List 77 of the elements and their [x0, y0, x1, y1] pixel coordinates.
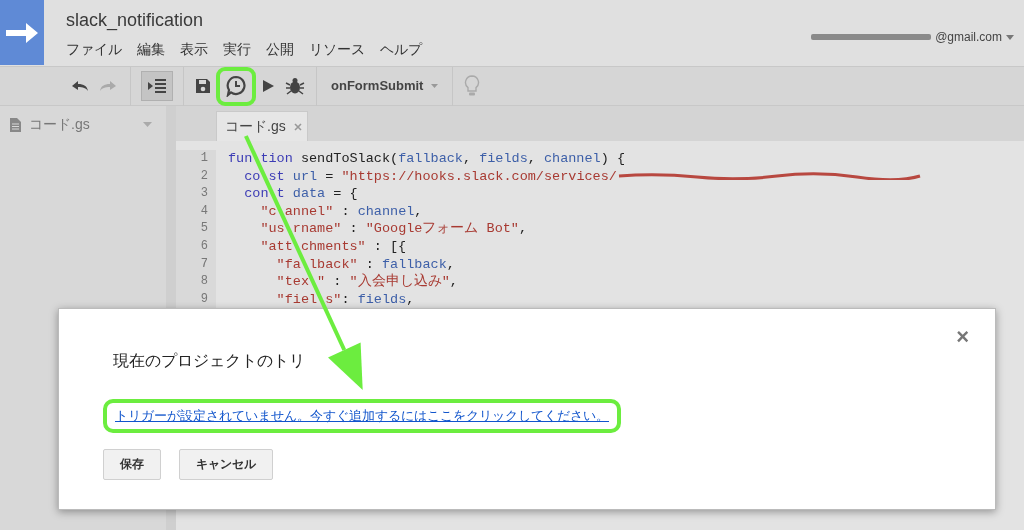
line-number: 5: [176, 220, 216, 238]
code-text: data: [292, 185, 326, 203]
code-text: fields: [479, 150, 528, 168]
code-text: ,: [462, 150, 473, 168]
code-text: st: [268, 167, 286, 186]
dialog-button[interactable]: キャンセル: [179, 448, 273, 480]
code-text: url: [292, 167, 318, 186]
code-text: "tex: [275, 273, 309, 291]
code-text: "c: [259, 202, 277, 221]
arrow-logo[interactable]: [6, 20, 38, 45]
code-text: "us: [259, 220, 285, 238]
code-text: lback": [309, 255, 358, 274]
code-text: : [{: [372, 237, 407, 256]
code-text: "fiel: [275, 290, 318, 309]
code-text: "Googleフォーム Bot": [365, 220, 519, 238]
code-text: =: [324, 167, 335, 186]
code-text: sendToSlack(: [299, 150, 399, 168]
menu-item[interactable]: 表示: [180, 39, 208, 60]
code-text: :: [341, 290, 351, 309]
code-text: ,: [446, 255, 455, 274]
bug-icon: [285, 77, 305, 95]
code-text: channel: [357, 202, 415, 221]
function-dropdown[interactable]: onFormSubmit: [323, 67, 447, 105]
code-text: annel": [284, 202, 334, 221]
indent-icon: [147, 78, 167, 94]
code-text: :: [332, 273, 343, 291]
code-text: channel: [543, 150, 601, 168]
code-text: chments": [300, 237, 366, 256]
code-text: ,: [406, 290, 415, 309]
code-text: :: [364, 255, 375, 273]
menu-item[interactable]: リソース: [309, 39, 365, 60]
code-text: fields: [357, 290, 407, 309]
code-text: co: [243, 167, 261, 186]
caret-icon[interactable]: [1006, 34, 1014, 40]
code-text: fun: [228, 150, 253, 168]
code-text: :: [340, 202, 351, 221]
project-title[interactable]: slack_notification: [66, 9, 422, 31]
line-number: 8: [176, 273, 216, 291]
code-text: rname": [292, 220, 342, 238]
file-tab[interactable]: コード.gs: [216, 111, 308, 141]
code-text: :: [348, 220, 359, 238]
add-trigger-link[interactable]: トリガーが設定されていません。今すぐ追加するにはここをクリックしてください。: [103, 399, 621, 433]
code-text: ,: [518, 220, 528, 238]
menu-item[interactable]: ファイル: [66, 39, 122, 60]
file-icon: [10, 117, 21, 132]
code-text: = {: [332, 185, 358, 203]
line-number: 1: [176, 150, 216, 168]
code-text: ) {: [600, 150, 625, 168]
dialog-title: 現在のプロジェクトのトリ: [113, 351, 306, 371]
play-icon: [261, 78, 275, 94]
menu-item[interactable]: 実行: [223, 39, 251, 60]
dialog-button[interactable]: 保存: [103, 448, 161, 480]
lightbulb-icon: [464, 75, 481, 97]
code-text: "fa: [275, 255, 301, 274]
menu-item[interactable]: 編集: [137, 39, 165, 60]
caret-icon: [431, 84, 439, 88]
code-text: fallback: [381, 255, 447, 273]
code-text: ,: [449, 273, 458, 291]
line-number: 3: [176, 185, 216, 203]
code-text: con: [243, 185, 269, 203]
code-text: ,: [527, 150, 537, 168]
code-text: tion: [260, 150, 293, 168]
code-text: fallback: [398, 150, 463, 168]
close-button[interactable]: ×: [950, 319, 975, 354]
save-icon: [195, 78, 211, 94]
indent-button[interactable]: [141, 71, 173, 101]
clock-icon: [225, 75, 247, 97]
code-text: "入会申し込み": [349, 273, 450, 291]
code-text: t: [276, 185, 286, 203]
code-text: ": [317, 273, 326, 291]
code-text: s": [325, 290, 342, 309]
code-text: ,: [414, 202, 423, 221]
code-text: "https://hooks.slack.com/services/: [341, 167, 617, 186]
menu-item[interactable]: ヘルプ: [380, 39, 422, 60]
code-text: "att: [259, 237, 293, 256]
account-email[interactable]: @gmail.com: [935, 28, 1002, 46]
menu-item[interactable]: 公開: [266, 39, 294, 60]
